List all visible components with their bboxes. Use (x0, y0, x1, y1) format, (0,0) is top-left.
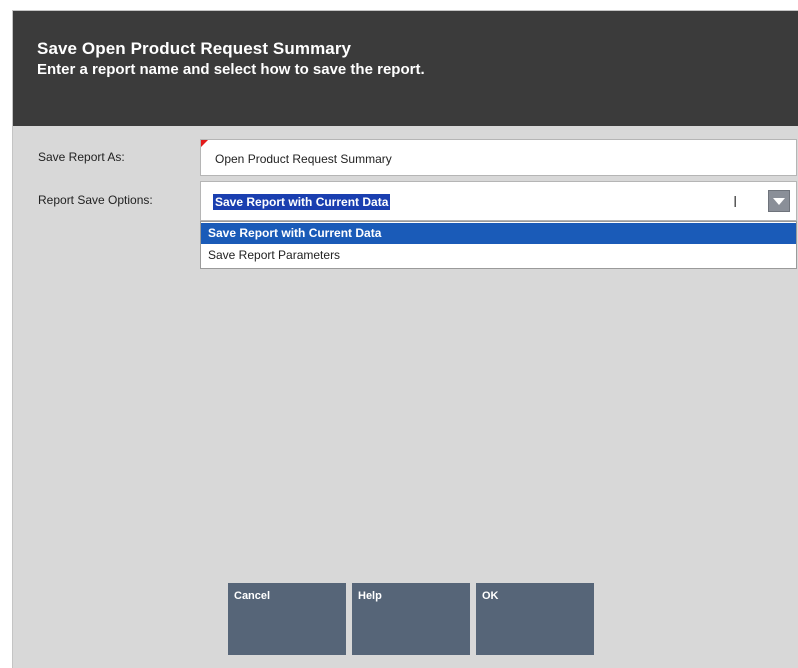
report-name-value: Open Product Request Summary (215, 152, 392, 166)
dialog-subtitle: Enter a report name and select how to sa… (37, 61, 425, 78)
dialog-window: Save Open Product Request Summary Enter … (12, 10, 798, 668)
dialog-header: Save Open Product Request Summary Enter … (13, 11, 798, 126)
ok-button[interactable]: OK (476, 583, 594, 655)
save-report-as-label: Save Report As: (38, 150, 125, 164)
required-field-marker-icon (201, 140, 208, 147)
cancel-button[interactable]: Cancel (228, 583, 346, 655)
option-save-report-parameters[interactable]: Save Report Parameters (201, 245, 796, 266)
help-button[interactable]: Help (352, 583, 470, 655)
report-name-input[interactable]: Open Product Request Summary (200, 139, 797, 176)
report-save-options-select[interactable]: Save Report with Current Data I (200, 181, 797, 221)
report-save-options-label: Report Save Options: (38, 193, 153, 207)
dialog-title: Save Open Product Request Summary (37, 39, 352, 58)
option-save-with-current-data[interactable]: Save Report with Current Data (201, 223, 796, 244)
selected-option-text: Save Report with Current Data (213, 194, 391, 210)
chevron-down-icon (773, 198, 785, 205)
dropdown-toggle-button[interactable] (768, 190, 790, 212)
i-beam-cursor-icon: I (733, 194, 738, 211)
save-options-dropdown-list: Save Report with Current Data Save Repor… (200, 221, 797, 269)
